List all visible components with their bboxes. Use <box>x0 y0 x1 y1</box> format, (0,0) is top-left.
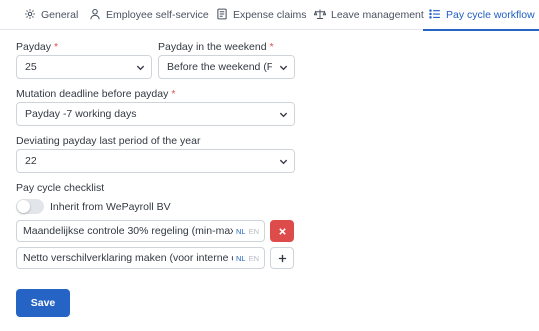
payday-weekend-select[interactable]: Before the weekend (Friday) <box>158 55 295 79</box>
required-marker: * <box>171 88 176 100</box>
tab-employee-self-service[interactable]: Employee self-service <box>89 0 209 30</box>
language-switch: NL EN <box>232 253 264 263</box>
deviating-payday-value: 22 <box>25 155 37 167</box>
chevron-down-icon <box>272 103 294 125</box>
lang-nl[interactable]: NL <box>236 254 246 263</box>
checklist-item-text: Maandelijkse controle 30% regeling (min-… <box>23 225 233 237</box>
required-marker: * <box>269 41 274 53</box>
mutation-deadline-label: Mutation deadline before payday * <box>16 88 175 100</box>
deviating-payday-select[interactable]: 22 <box>16 149 295 173</box>
tab-label: Pay cycle workflow <box>446 9 535 21</box>
payday-select[interactable]: 25 <box>16 55 152 79</box>
close-icon <box>278 227 287 236</box>
add-item-button[interactable] <box>270 247 294 269</box>
tab-expense-claims[interactable]: Expense claims <box>216 0 307 30</box>
lang-en[interactable]: EN <box>249 227 259 236</box>
chevron-down-icon <box>129 56 151 78</box>
tab-label: General <box>41 9 79 21</box>
required-marker: * <box>54 41 59 53</box>
scale-icon <box>313 8 327 23</box>
lang-nl[interactable]: NL <box>236 227 246 236</box>
chevron-down-icon <box>272 56 294 78</box>
checklist-item-input[interactable]: Maandelijkse controle 30% regeling (min-… <box>16 220 265 242</box>
receipt-icon <box>216 8 228 23</box>
save-button[interactable]: Save <box>16 289 70 317</box>
mutation-deadline-value: Payday -7 working days <box>25 108 137 120</box>
language-switch: NL EN <box>232 226 264 236</box>
gear-icon <box>24 8 36 23</box>
checklist-item-text: Netto verschilverklaring maken (voor int… <box>23 252 233 264</box>
chevron-down-icon <box>272 150 294 172</box>
pay-cycle-checklist-label: Pay cycle checklist <box>16 182 105 194</box>
settings-tabs: General Employee self-service Expense cl… <box>0 0 539 31</box>
payday-label: Payday * <box>16 41 58 53</box>
toggle-knob <box>17 200 30 213</box>
tab-general[interactable]: General <box>24 0 78 30</box>
user-icon <box>89 8 101 23</box>
payday-value: 25 <box>25 61 37 73</box>
inherit-label: Inherit from WePayroll BV <box>50 201 171 213</box>
tab-label: Expense claims <box>233 9 307 21</box>
inherit-toggle[interactable] <box>16 199 44 214</box>
deviating-payday-label: Deviating payday last period of the year <box>16 135 201 147</box>
tab-label: Employee self-service <box>106 9 209 21</box>
remove-item-button[interactable] <box>270 220 294 242</box>
mutation-deadline-label-text: Mutation deadline before payday <box>16 88 169 100</box>
mutation-deadline-select[interactable]: Payday -7 working days <box>16 102 295 126</box>
list-icon <box>429 8 441 23</box>
payday-weekend-label: Payday in the weekend * <box>158 41 274 53</box>
payday-weekend-label-text: Payday in the weekend <box>158 41 267 53</box>
payday-label-text: Payday <box>16 41 52 53</box>
tab-leave-management[interactable]: Leave management <box>313 0 424 30</box>
tab-label: Leave management <box>331 9 424 21</box>
tab-pay-cycle-workflow[interactable]: Pay cycle workflow <box>423 0 539 31</box>
lang-en[interactable]: EN <box>249 254 259 263</box>
payday-weekend-value: Before the weekend (Friday) <box>167 61 272 73</box>
checklist-item-input[interactable]: Netto verschilverklaring maken (voor int… <box>16 247 265 269</box>
plus-icon <box>278 254 287 263</box>
